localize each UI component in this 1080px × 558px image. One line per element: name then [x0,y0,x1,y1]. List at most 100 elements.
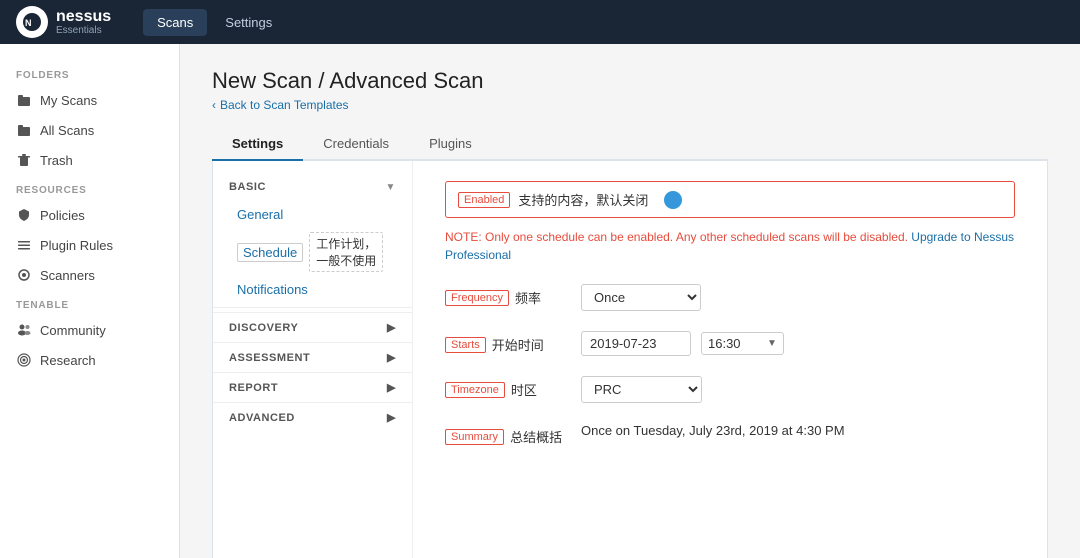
timezone-value-col: PRC UTC US/Eastern US/Pacific [581,376,1015,403]
chevron-down-icon: ▼ [386,182,396,193]
note-text: NOTE: Only one schedule can be enabled. … [445,230,908,244]
starts-value-col: ▼ [581,331,1015,356]
page-title: New Scan / Advanced Scan [212,68,1048,94]
note-row: NOTE: Only one schedule can be enabled. … [445,228,1015,264]
settings-menu: BASIC ▼ General Schedule 工作计划，一般不使用 Noti… [213,161,413,558]
tab-plugins[interactable]: Plugins [409,128,492,161]
chevron-right-icon: ▶ [387,321,396,334]
topnav-links: Scans Settings [143,9,286,36]
timezone-select[interactable]: PRC UTC US/Eastern US/Pacific [581,376,702,403]
sidebar-resources-label: RESOURCES [0,175,179,200]
back-link[interactable]: ‹ Back to Scan Templates [212,98,1048,112]
enabled-text: 支持的内容，默认关闭 [518,190,648,209]
timezone-label: 时区 [511,380,537,399]
settings-layout: BASIC ▼ General Schedule 工作计划，一般不使用 Noti… [213,161,1047,558]
list-icon [16,237,32,253]
timezone-row: Timezone 时区 PRC UTC US/Eastern US/Pacifi… [445,376,1015,403]
menu-section-advanced[interactable]: ADVANCED ▶ [213,402,412,432]
logo-icon: N [16,6,48,38]
menu-item-general[interactable]: General [213,201,412,228]
sidebar-item-policies[interactable]: Policies [0,200,179,230]
time-wrapper: ▼ [701,332,784,355]
menu-section-label: REPORT [229,382,278,394]
schedule-annotation: 工作计划，一般不使用 [309,232,383,272]
sidebar-item-research[interactable]: Research [0,345,179,375]
svg-text:N: N [25,18,32,28]
menu-item-notifications[interactable]: Notifications [213,276,412,303]
starts-date-input[interactable] [581,331,691,356]
tab-credentials[interactable]: Credentials [303,128,409,161]
chevron-right-icon: ▶ [387,381,396,394]
summary-value-col: Once on Tuesday, July 23rd, 2019 at 4:30… [581,423,1015,438]
summary-row: Summary 总结概括 Once on Tuesday, July 23rd,… [445,423,1015,446]
radar-icon [16,267,32,283]
sidebar-item-label: Community [40,323,106,338]
sidebar-item-label: Plugin Rules [40,238,113,253]
page-header: New Scan / Advanced Scan [212,68,1048,94]
folder-icon [16,92,32,108]
main-content: New Scan / Advanced Scan ‹ Back to Scan … [180,44,1080,558]
menu-section-discovery[interactable]: DISCOVERY ▶ [213,312,412,342]
sidebar-item-all-scans[interactable]: All Scans [0,115,179,145]
back-arrow: ‹ [212,98,216,112]
brand-sub: Essentials [56,25,111,36]
timezone-label-col: Timezone 时区 [445,376,565,399]
chevron-right-icon: ▶ [387,411,396,424]
sidebar-item-label: Trash [40,153,73,168]
trash-icon [16,152,32,168]
starts-label: 开始时间 [492,335,544,354]
users-icon [16,322,32,338]
enabled-badge: Enabled [458,192,510,208]
menu-section-report[interactable]: REPORT ▶ [213,372,412,402]
sidebar-item-label: Policies [40,208,85,223]
toggle-dot[interactable] [664,191,682,209]
logo: N nessus Essentials [16,6,111,38]
menu-item-schedule[interactable]: Schedule [237,243,303,262]
frequency-label-col: Frequency 频率 [445,284,565,307]
menu-section-label: BASIC [229,181,266,193]
frequency-badge: Frequency [445,290,509,306]
sidebar-item-scanners[interactable]: Scanners [0,260,179,290]
brand-text: nessus Essentials [56,8,111,37]
sidebar-folders-label: FOLDERS [0,60,179,85]
settings-panel: Enabled 支持的内容，默认关闭 NOTE: Only one schedu… [413,161,1047,558]
sidebar-item-label: Research [40,353,96,368]
sidebar-item-label: All Scans [40,123,94,138]
menu-section-label: ASSESSMENT [229,352,310,364]
menu-section-basic[interactable]: BASIC ▼ [213,173,412,201]
back-link-text: Back to Scan Templates [220,98,349,112]
sidebar-item-trash[interactable]: Trash [0,145,179,175]
chevron-right-icon: ▶ [387,351,396,364]
frequency-label: 频率 [515,288,541,307]
sidebar-tenable-label: TENABLE [0,290,179,315]
sidebar-item-plugin-rules[interactable]: Plugin Rules [0,230,179,260]
nav-scans[interactable]: Scans [143,9,207,36]
sidebar-item-community[interactable]: Community [0,315,179,345]
folder-icon [16,122,32,138]
shield-icon [16,207,32,223]
topnav: N nessus Essentials Scans Settings [0,0,1080,44]
settings-card: BASIC ▼ General Schedule 工作计划，一般不使用 Noti… [212,161,1048,558]
tab-settings[interactable]: Settings [212,128,303,161]
menu-section-label: DISCOVERY [229,322,298,334]
frequency-value-col: Once Daily Weekly Monthly [581,284,1015,311]
sidebar-item-label: Scanners [40,268,95,283]
sidebar-item-my-scans[interactable]: My Scans [0,85,179,115]
summary-text: Once on Tuesday, July 23rd, 2019 at 4:30… [581,423,845,438]
menu-section-label: ADVANCED [229,412,295,424]
tabs: Settings Credentials Plugins [212,128,1048,161]
sidebar: FOLDERS My Scans All Scans [0,44,180,558]
starts-time-input[interactable] [708,336,763,351]
frequency-row: Frequency 频率 Once Daily Weekly Monthly [445,284,1015,311]
menu-section-assessment[interactable]: ASSESSMENT ▶ [213,342,412,372]
nav-settings[interactable]: Settings [211,9,286,36]
summary-label-col: Summary 总结概括 [445,423,565,446]
summary-badge: Summary [445,429,504,445]
starts-badge: Starts [445,337,486,353]
sidebar-item-label: My Scans [40,93,97,108]
chevron-down-icon: ▼ [767,338,777,349]
target-icon [16,352,32,368]
timezone-badge: Timezone [445,382,505,398]
frequency-select[interactable]: Once Daily Weekly Monthly [581,284,701,311]
enabled-row: Enabled 支持的内容，默认关闭 [445,181,1015,218]
